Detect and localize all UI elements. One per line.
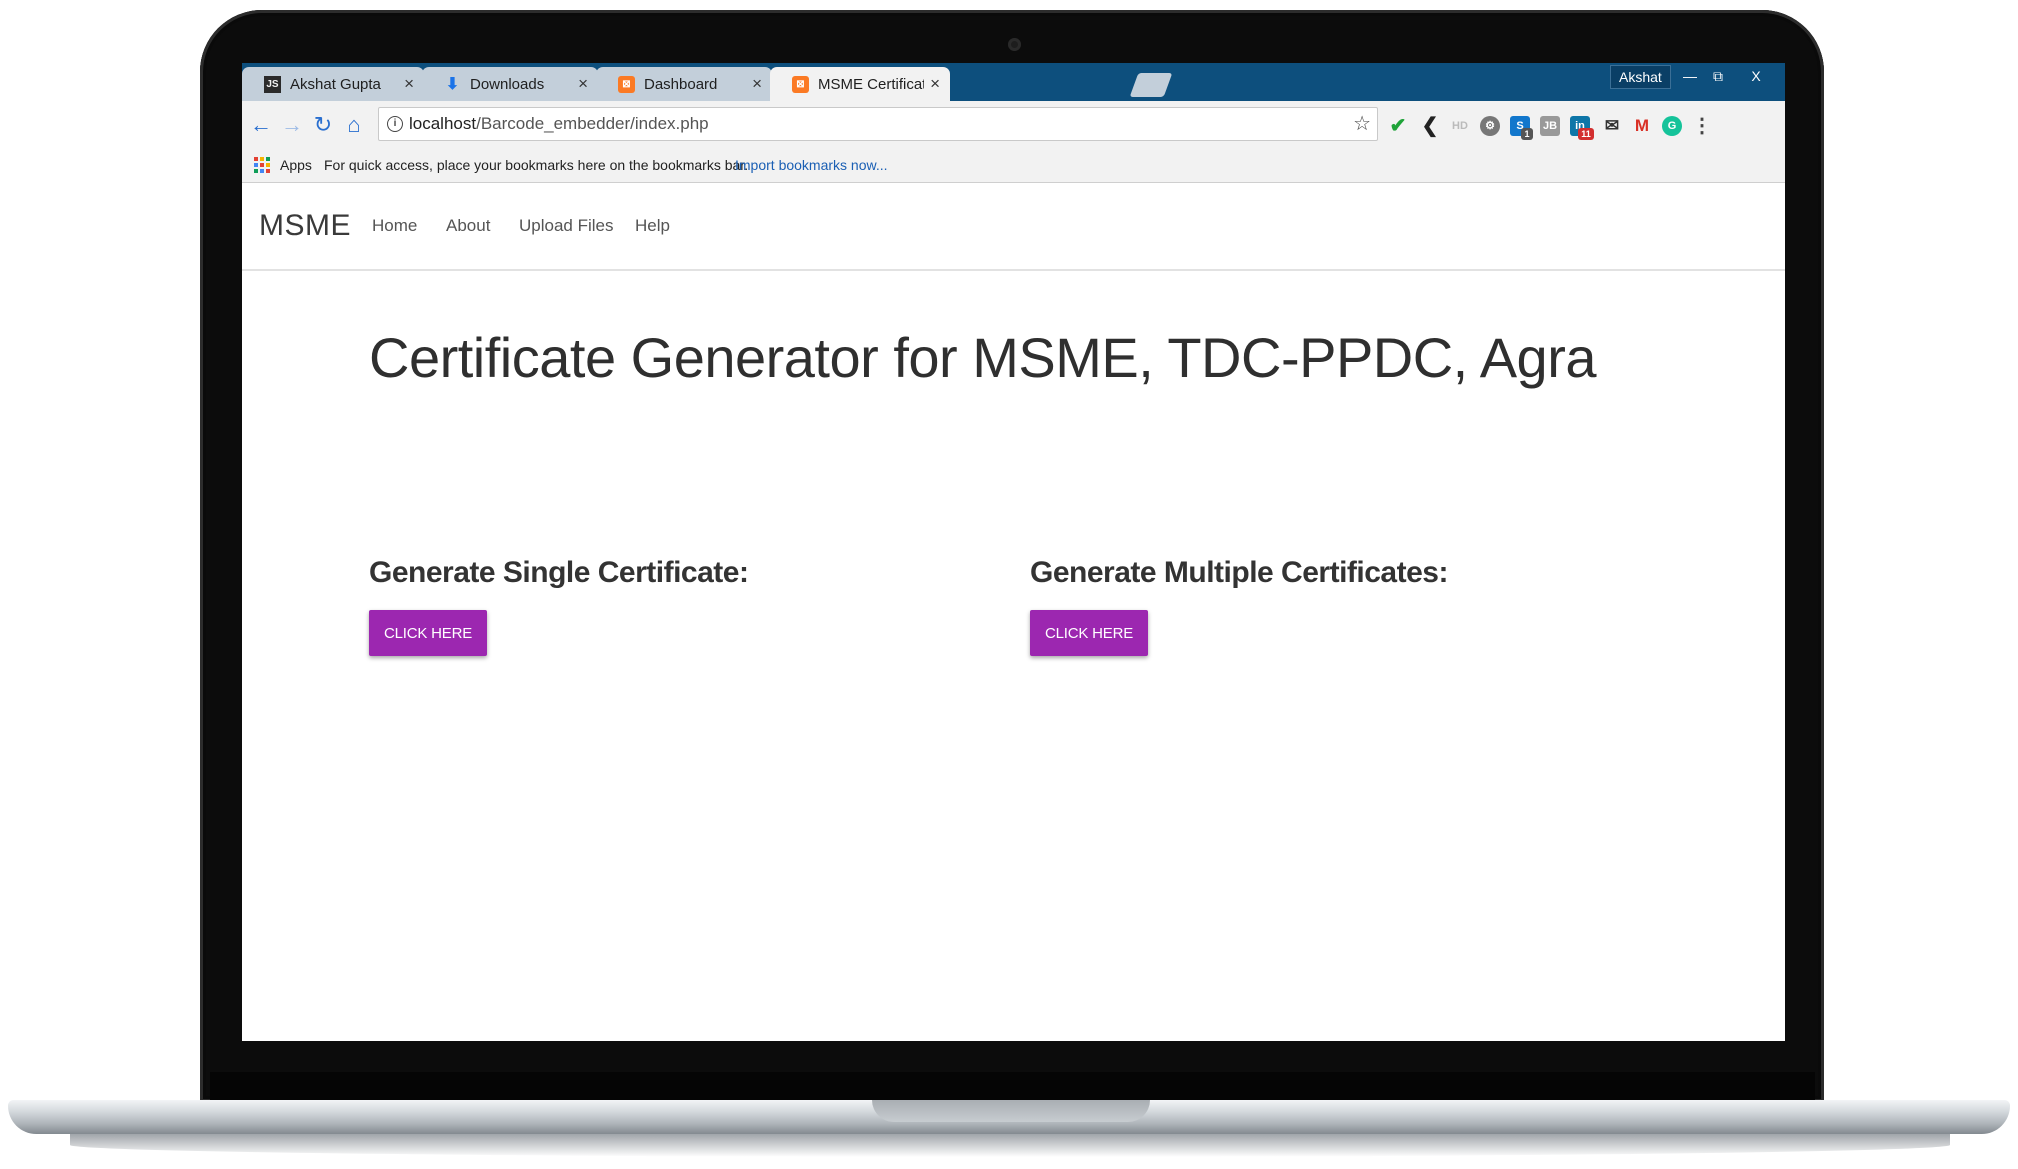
forward-button[interactable]: → bbox=[279, 111, 305, 139]
restore-button[interactable]: ⧉ bbox=[1704, 65, 1732, 87]
tab-msme-certificate[interactable]: ⊠ MSME Certificate Generat × bbox=[770, 67, 950, 101]
import-bookmarks-link[interactable]: Import bookmarks now... bbox=[735, 149, 888, 182]
download-icon: ⬇ bbox=[445, 76, 460, 93]
back-button[interactable]: ← bbox=[248, 111, 274, 139]
xampp-icon: ⊠ bbox=[792, 75, 809, 93]
new-tab-button[interactable] bbox=[1129, 73, 1173, 97]
menu-kebab-icon[interactable]: ⋮ bbox=[1692, 116, 1712, 136]
tab-strip: JS Akshat Gupta × ⬇ Downloads × ⊠ Dashbo… bbox=[242, 63, 1785, 101]
multiple-certificates-heading: Generate Multiple Certificates: bbox=[1030, 556, 1448, 589]
reload-button[interactable]: ↻ bbox=[310, 111, 336, 139]
tab-title: Akshat Gupta bbox=[290, 75, 381, 93]
xampp-icon: ⊠ bbox=[618, 75, 635, 93]
page-title: Certificate Generator for MSME, TDC-PPDC… bbox=[369, 326, 1597, 389]
close-window-button[interactable]: X bbox=[1742, 65, 1770, 87]
close-icon[interactable]: × bbox=[578, 74, 588, 94]
browser-window: JS Akshat Gupta × ⬇ Downloads × ⊠ Dashbo… bbox=[242, 63, 1785, 1041]
browser-toolbar: ← → ↻ ⌂ i localhost/Barcode_embedder/ind… bbox=[242, 101, 1785, 149]
minimize-button[interactable]: — bbox=[1676, 65, 1704, 87]
nav-upload-files[interactable]: Upload Files bbox=[519, 183, 614, 269]
tab-title: MSME Certificate Generat bbox=[818, 75, 924, 93]
code-extension-icon[interactable]: ❮ bbox=[1420, 116, 1440, 136]
bookmarks-hint: For quick access, place your bookmarks h… bbox=[324, 157, 749, 173]
apps-grid-icon[interactable] bbox=[254, 157, 270, 173]
close-icon[interactable]: × bbox=[930, 74, 940, 94]
single-certificate-heading: Generate Single Certificate: bbox=[369, 556, 749, 589]
webcam bbox=[1008, 38, 1021, 51]
tab-dashboard[interactable]: ⊠ Dashboard × bbox=[596, 67, 772, 101]
close-icon[interactable]: × bbox=[404, 74, 414, 94]
generate-single-button[interactable]: CLICK HERE bbox=[369, 610, 487, 656]
url-text: localhost/Barcode_embedder/index.php bbox=[409, 114, 709, 133]
nav-home[interactable]: Home bbox=[372, 183, 417, 269]
grammarly-extension-icon[interactable]: G bbox=[1662, 116, 1682, 136]
site-navbar: MSME Home About Upload Files Help bbox=[242, 183, 1785, 271]
nav-help[interactable]: Help bbox=[635, 183, 670, 269]
tab-akshat-gupta[interactable]: JS Akshat Gupta × bbox=[242, 67, 424, 101]
skype-badge: 1 bbox=[1521, 128, 1533, 140]
apps-link[interactable]: Apps bbox=[280, 149, 312, 182]
laptop-notch bbox=[872, 1100, 1150, 1122]
jb-extension-icon[interactable]: JB bbox=[1540, 116, 1560, 136]
laptop-shadow bbox=[70, 1133, 1950, 1157]
nav-about[interactable]: About bbox=[446, 183, 490, 269]
info-icon[interactable]: i bbox=[387, 116, 403, 132]
hd-extension-icon[interactable]: HD bbox=[1450, 116, 1470, 136]
laptop-bezel-bottom bbox=[210, 1072, 1815, 1102]
check-extension-icon[interactable]: ✔ bbox=[1388, 116, 1408, 136]
bookmarks-bar: Apps For quick access, place your bookma… bbox=[242, 149, 1785, 183]
linkedin-badge: 11 bbox=[1578, 128, 1594, 140]
home-button[interactable]: ⌂ bbox=[341, 111, 367, 139]
bookmark-star-icon[interactable]: ☆ bbox=[1353, 108, 1371, 140]
address-bar[interactable]: i localhost/Barcode_embedder/index.php ☆ bbox=[378, 107, 1378, 141]
tab-title: Downloads bbox=[470, 75, 545, 93]
tab-downloads[interactable]: ⬇ Downloads × bbox=[422, 67, 598, 101]
close-icon[interactable]: × bbox=[752, 74, 762, 94]
tab-title: Dashboard bbox=[644, 75, 718, 93]
generate-multiple-button[interactable]: CLICK HERE bbox=[1030, 610, 1148, 656]
settings-extension-icon[interactable]: ⚙ bbox=[1480, 116, 1500, 136]
mailbox-extension-icon[interactable]: ✉ bbox=[1602, 116, 1622, 136]
js-icon: JS bbox=[264, 75, 281, 93]
brand-logo[interactable]: MSME bbox=[259, 183, 351, 269]
profile-button[interactable]: Akshat bbox=[1610, 65, 1671, 89]
gmail-extension-icon[interactable]: M bbox=[1632, 116, 1652, 136]
